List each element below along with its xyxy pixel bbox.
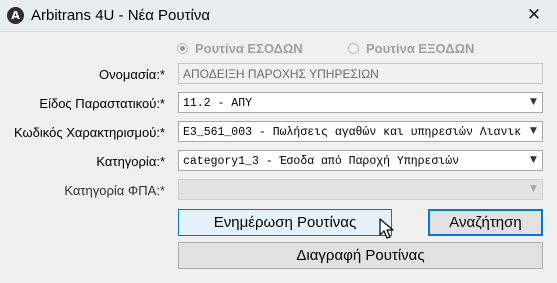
classification-code-label: Κωδικός Χαρακτηρισμού:* [13,125,165,140]
chevron-down-icon: ▼ [530,126,537,136]
update-routine-button[interactable]: Ενημέρωση Ρουτίνας [178,209,392,236]
radio-expense-label: Ρουτίνα ΕΞΟΔΩΝ [366,40,475,56]
category-label: Κατηγορία:* [96,154,165,169]
vat-category-select[interactable]: ▼ [178,179,543,200]
radio-checked-icon [177,42,188,54]
category-value: category1_3 - Έσοδα από Παροχή Υπηρεσιών [183,155,460,168]
radio-income-label: Ρουτίνα ΕΣΟΔΩΝ [195,40,303,56]
mouse-pointer-icon [379,218,394,239]
chevron-down-icon: ▼ [530,155,537,165]
search-button-label: Αναζήτηση [449,214,522,231]
classification-code-select[interactable]: E3_561_003 - Πωλήσεις αγαθών και υπηρεσι… [178,121,543,142]
name-label: Ονομασία:* [99,67,165,82]
delete-routine-button[interactable]: Διαγραφή Ρουτίνας [178,242,543,269]
vat-category-label: Κατηγορία ΦΠΑ:* [64,183,165,198]
chevron-down-icon: ▼ [530,184,537,194]
update-routine-button-label: Ενημέρωση Ρουτίνας [213,214,357,231]
category-select[interactable]: category1_3 - Έσοδα από Παροχή Υπηρεσιών… [178,150,543,171]
name-field[interactable]: ΑΠΟΔΕΙΞΗ ΠΑΡΟΧΗΣ ΥΠΗΡΕΣΙΩΝ [178,63,543,84]
radio-income-routine[interactable]: Ρουτίνα ΕΣΟΔΩΝ [177,39,303,57]
app-logo-icon: A [7,7,24,24]
doc-type-label: Είδος Παραστατικού:* [39,96,165,111]
classification-code-value: E3_561_003 - Πωλήσεις αγαθών και υπηρεσι… [183,126,522,139]
doc-type-value: 11.2 - ΑΠΥ [183,97,253,110]
radio-unchecked-icon [348,42,359,54]
name-value: ΑΠΟΔΕΙΞΗ ΠΑΡΟΧΗΣ ΥΠΗΡΕΣΙΩΝ [183,67,379,81]
doc-type-select[interactable]: 11.2 - ΑΠΥ ▼ [178,92,543,113]
delete-routine-button-label: Διαγραφή Ρουτίνας [296,247,425,264]
title-bar: A Arbitrans 4U - Νέα Ρουτίνα ✕ [0,0,557,32]
radio-expense-routine[interactable]: Ρουτίνα ΕΞΟΔΩΝ [348,39,474,57]
search-button[interactable]: Αναζήτηση [428,209,543,236]
chevron-down-icon: ▼ [530,97,537,107]
close-icon[interactable]: ✕ [511,0,557,31]
window-title: Arbitrans 4U - Νέα Ρουτίνα [31,7,211,24]
